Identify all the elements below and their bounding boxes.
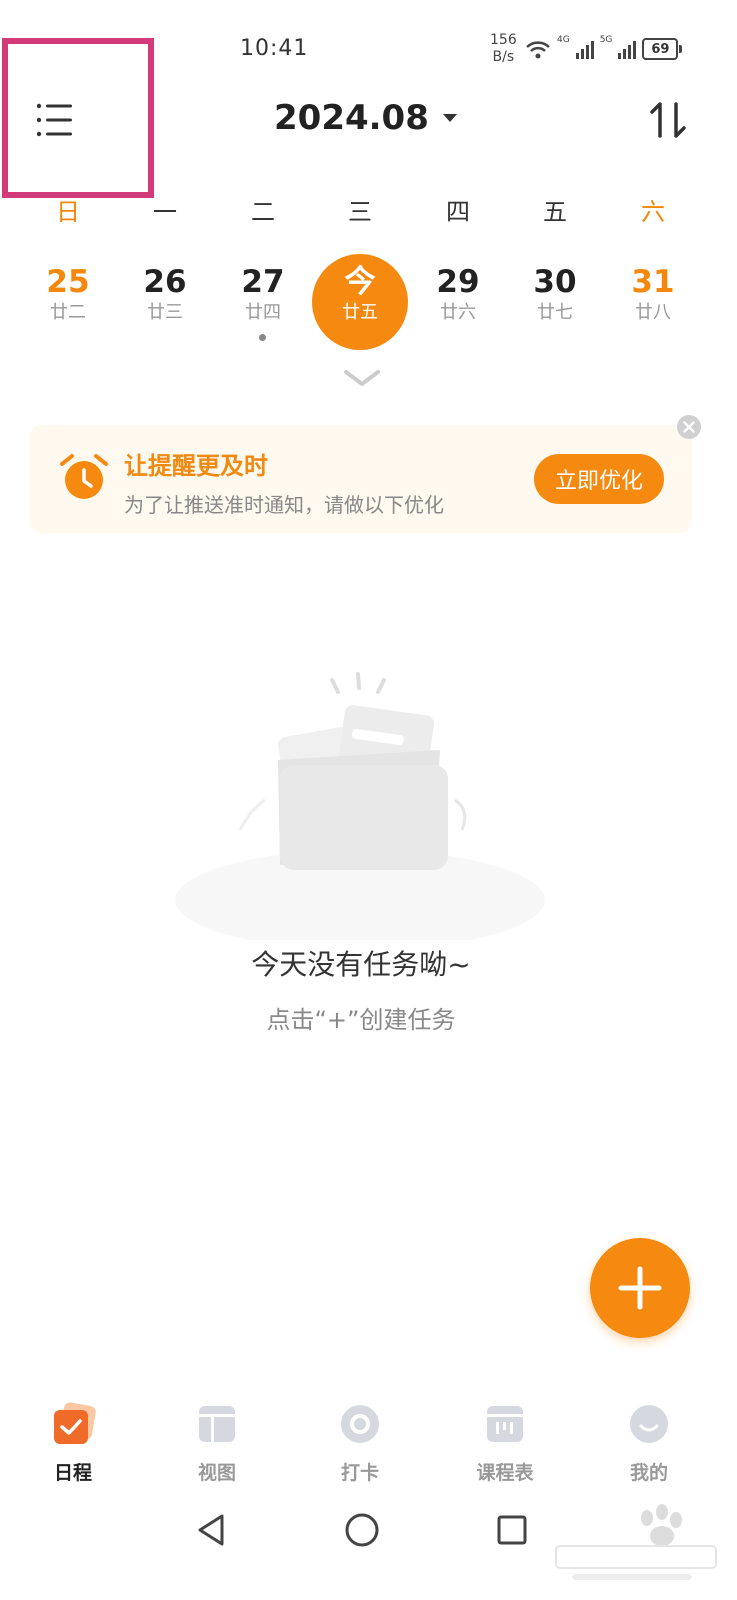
- schedule-icon: [54, 1402, 96, 1444]
- wifi-icon: [526, 41, 550, 59]
- recents-square-icon: [497, 1515, 527, 1545]
- checkin-icon: [341, 1405, 379, 1443]
- nav-back-button[interactable]: [192, 1510, 232, 1550]
- lunar-date: 廿八: [635, 302, 671, 323]
- tab-view[interactable]: 视图: [162, 1400, 272, 1485]
- network-speed: 156 B/s: [490, 32, 517, 66]
- alarm-clock-icon: [60, 454, 108, 499]
- view-icon: [199, 1406, 235, 1442]
- lunar-date: 廿七: [537, 302, 573, 323]
- empty-folder-illustration: [175, 672, 545, 940]
- lunar-date: 廿三: [147, 302, 183, 323]
- day-cell[interactable]: 25 廿二: [28, 262, 108, 324]
- day-cell[interactable]: 29 廿六: [418, 262, 498, 324]
- day-cell-today[interactable]: 今 廿五: [320, 262, 400, 324]
- battery-level: 69: [651, 41, 670, 57]
- tab-label: 视图: [197, 1462, 236, 1484]
- day-number: 26: [143, 264, 187, 300]
- home-circle-icon: [345, 1513, 379, 1547]
- day-cell[interactable]: 31 廿八: [613, 262, 693, 324]
- day-cell[interactable]: 26 廿三: [125, 262, 205, 324]
- highlight-box: [2, 38, 154, 198]
- add-task-button[interactable]: [590, 1238, 690, 1338]
- nav-home-button[interactable]: [342, 1510, 382, 1550]
- weekday-thu: 四: [446, 198, 470, 226]
- tab-schedule[interactable]: 日程: [18, 1400, 128, 1485]
- day-number: 31: [631, 264, 675, 300]
- caret-down-icon: [442, 114, 457, 122]
- timetable-icon: [487, 1406, 523, 1442]
- lunar-date: 廿六: [440, 302, 476, 323]
- weekday-sat: 六: [641, 198, 665, 226]
- tab-label: 课程表: [476, 1462, 534, 1484]
- network-speed-unit: B/s: [492, 49, 515, 65]
- status-icons: 4G 5G 69: [525, 35, 683, 62]
- day-cell[interactable]: 27 廿四: [223, 262, 303, 324]
- day-number: 29: [436, 264, 480, 300]
- weekday-wed: 三: [348, 198, 372, 226]
- close-icon: [677, 415, 701, 439]
- plus-icon: [618, 1266, 662, 1310]
- weekday-mon: 一: [153, 198, 177, 226]
- tab-checkin[interactable]: 打卡: [305, 1400, 415, 1485]
- empty-state-title: 今天没有任务呦~: [251, 948, 471, 981]
- month-selector[interactable]: 2024.08: [274, 98, 457, 138]
- sort-arrows-icon: [650, 102, 686, 138]
- lunar-date: 廿二: [50, 302, 86, 323]
- lunar-date: 廿四: [245, 302, 281, 323]
- sort-button[interactable]: [648, 100, 688, 140]
- tab-label: 日程: [53, 1462, 92, 1484]
- lunar-date: 廿五: [342, 302, 378, 323]
- chevron-down-icon: [344, 370, 380, 386]
- banner-subtitle: 为了让推送准时通知，请做以下优化: [124, 493, 444, 517]
- tab-label: 打卡: [340, 1462, 379, 1484]
- close-banner-button[interactable]: [676, 414, 702, 440]
- back-triangle-icon: [198, 1514, 224, 1546]
- weekday-sun: 日: [56, 198, 80, 226]
- signal-1-icon: [575, 39, 594, 59]
- expand-calendar-button[interactable]: [342, 366, 382, 390]
- signal-2-icon: [618, 39, 637, 59]
- tab-timetable[interactable]: 课程表: [450, 1400, 560, 1485]
- weekday-fri: 五: [543, 198, 567, 226]
- tab-label: 我的: [629, 1462, 668, 1484]
- month-label: 2024.08: [274, 98, 429, 138]
- network-speed-value: 156: [490, 32, 517, 48]
- day-number: 27: [241, 264, 285, 300]
- nav-recents-button[interactable]: [492, 1510, 532, 1550]
- optimize-now-button[interactable]: 立即优化: [534, 454, 664, 504]
- day-number: 25: [46, 264, 90, 300]
- baidu-jingyan-watermark: [555, 1504, 717, 1580]
- signal-2-tag: 5G: [599, 35, 613, 45]
- profile-icon: [630, 1405, 668, 1443]
- battery-icon: 69: [642, 38, 683, 60]
- status-time: 10:41: [240, 36, 309, 61]
- menu-button[interactable]: [34, 100, 78, 140]
- has-event-dot: [259, 334, 266, 341]
- tab-profile[interactable]: 我的: [594, 1400, 704, 1485]
- list-menu-icon: [36, 103, 72, 137]
- day-number: 今: [344, 264, 376, 300]
- day-cell[interactable]: 30 廿七: [515, 262, 595, 324]
- empty-state-subtitle: 点击“+”创建任务: [266, 1006, 456, 1034]
- banner-title: 让提醒更及时: [124, 452, 268, 480]
- weekday-tue: 二: [251, 198, 275, 226]
- signal-1-tag: 4G: [557, 35, 570, 45]
- day-number: 30: [533, 264, 577, 300]
